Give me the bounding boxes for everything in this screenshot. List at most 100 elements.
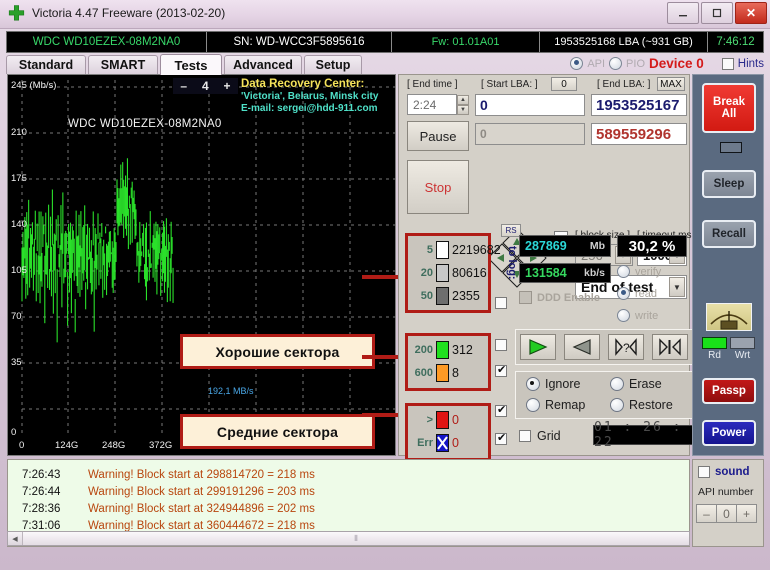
sound-toggle[interactable]: sound bbox=[698, 466, 750, 478]
end-time-spinner[interactable]: ▲ ▼ bbox=[457, 95, 469, 115]
power-button[interactable]: Power bbox=[702, 420, 756, 446]
speed-graph-canvas bbox=[8, 75, 395, 455]
to-log-checkbox-50[interactable] bbox=[495, 297, 507, 309]
api-number-stepper[interactable]: – 0 + bbox=[696, 504, 757, 523]
radio-ignore[interactable] bbox=[526, 377, 540, 391]
end-lba-input[interactable]: 1953525167 bbox=[591, 94, 687, 116]
window-title: Victoria 4.47 Freeware (2013-02-20) bbox=[32, 6, 226, 20]
graph-zoom-control[interactable]: – 4 + bbox=[173, 78, 238, 94]
stat-row-200ms: 200 312 bbox=[411, 341, 473, 359]
op-mode-write[interactable]: write bbox=[617, 309, 658, 322]
log-time: 7:31:06 bbox=[22, 519, 61, 532]
passport-button[interactable]: Passp bbox=[702, 378, 756, 404]
butterfly-read-button[interactable] bbox=[652, 334, 688, 360]
mode-erase[interactable]: Erase bbox=[610, 377, 662, 391]
mode-ignore[interactable]: Ignore bbox=[526, 377, 580, 391]
end-time-spinner-up[interactable]: ▲ bbox=[457, 95, 469, 105]
zoom-in-button[interactable]: + bbox=[220, 79, 235, 93]
mode-remap[interactable]: Remap bbox=[526, 398, 585, 412]
error-x-icon bbox=[437, 436, 448, 450]
stat-value-err: 0 bbox=[452, 436, 459, 450]
y-tick-245: 245 (Mb/s) bbox=[11, 80, 57, 91]
ddd-enable-toggle[interactable]: DDD Enable bbox=[519, 291, 600, 304]
elapsed-time-display: 01 : 26 : 22 bbox=[593, 420, 693, 450]
maximize-button[interactable] bbox=[701, 2, 733, 24]
start-lba-input[interactable]: 0 bbox=[475, 94, 585, 116]
start-lba-zero-button[interactable]: 0 bbox=[551, 77, 577, 91]
radio-read-label: read bbox=[635, 287, 658, 300]
radio-write[interactable] bbox=[617, 309, 630, 322]
tab-smart[interactable]: SMART bbox=[88, 55, 158, 74]
zoom-out-button[interactable]: – bbox=[176, 79, 191, 93]
api-number-label: API number bbox=[698, 486, 754, 498]
stat-swatch-over bbox=[436, 411, 449, 429]
mode-restore[interactable]: Restore bbox=[610, 398, 673, 412]
scrollbar-thumb[interactable]: ⦀ bbox=[23, 532, 689, 545]
sound-checkbox[interactable] bbox=[698, 466, 710, 478]
drc-location: 'Victoria', Belarus, Minsk city bbox=[241, 91, 379, 102]
sleep-button[interactable]: Sleep bbox=[702, 170, 756, 198]
hints-toggle[interactable]: Hints bbox=[721, 57, 764, 70]
write-activity-bar bbox=[730, 337, 755, 349]
to-log-checkbox-600[interactable] bbox=[495, 363, 507, 377]
radio-erase[interactable] bbox=[610, 377, 624, 391]
tab-setup[interactable]: Setup bbox=[304, 55, 362, 74]
radio-remap[interactable] bbox=[526, 398, 540, 412]
stat-threshold-50: 50 bbox=[420, 290, 433, 302]
api-number-decrement[interactable]: – bbox=[696, 504, 717, 523]
speed-graph[interactable]: 245 (Mb/s) 210 175 140 105 70 35 0 0 124… bbox=[7, 74, 396, 456]
end-time-spinner-down[interactable]: ▼ bbox=[457, 105, 469, 115]
tab-standard[interactable]: Standard bbox=[6, 55, 86, 74]
drive-firmware: Fw: 01.01A01 bbox=[392, 32, 540, 52]
pause-button[interactable]: Pause bbox=[407, 121, 469, 151]
api-number-increment[interactable]: + bbox=[736, 504, 757, 523]
op-mode-read[interactable]: read bbox=[617, 287, 657, 300]
random-read-button[interactable]: ? bbox=[608, 334, 644, 360]
radio-verify[interactable] bbox=[617, 265, 630, 278]
end-lba-max-button[interactable]: MAX bbox=[657, 77, 685, 91]
close-button[interactable]: ✕ bbox=[735, 2, 767, 24]
tab-tests[interactable]: Tests bbox=[160, 54, 222, 75]
scroll-left-arrow-icon[interactable]: ◀ bbox=[8, 532, 23, 545]
to-log-checkbox-err[interactable] bbox=[495, 431, 507, 445]
to-log-checkbox-over[interactable] bbox=[495, 403, 507, 417]
grid-toggle[interactable]: Grid bbox=[519, 429, 561, 443]
ddd-enable-checkbox[interactable] bbox=[519, 291, 532, 304]
stat-row-20ms: 20 80616 bbox=[411, 264, 487, 282]
log-horizontal-scrollbar[interactable]: ◀ ⦀ bbox=[7, 531, 690, 546]
end-action-chevron-down-icon[interactable]: ▼ bbox=[669, 277, 685, 297]
close-icon: ✕ bbox=[745, 6, 757, 20]
radio-restore[interactable] bbox=[610, 398, 624, 412]
radio-api[interactable] bbox=[570, 57, 584, 70]
radio-read[interactable] bbox=[617, 287, 630, 300]
op-mode-verify[interactable]: verify bbox=[617, 265, 661, 278]
recall-button[interactable]: Recall bbox=[702, 220, 756, 248]
to-log-checkbox-200[interactable] bbox=[495, 339, 507, 351]
speed-kb-value: 131584 bbox=[525, 266, 567, 280]
stat-threshold-5: 5 bbox=[426, 244, 433, 256]
drive-serial: SN: WD-WCC3F5895616 bbox=[207, 32, 392, 52]
read-activity-bar bbox=[702, 337, 727, 349]
stat-value-200: 312 bbox=[452, 343, 473, 357]
end-time-field[interactable]: 2:24 bbox=[407, 94, 457, 115]
log-entry: 7:26:43 Warning! Block start at 29881472… bbox=[8, 466, 689, 483]
start-forward-button[interactable] bbox=[520, 334, 556, 360]
minimize-button[interactable] bbox=[667, 2, 699, 24]
grid-checkbox[interactable] bbox=[519, 430, 531, 442]
tab-advanced[interactable]: Advanced bbox=[224, 55, 302, 74]
processed-mb-value: 287869 bbox=[525, 239, 567, 253]
stat-row-5ms: 5 2219682 bbox=[411, 241, 501, 259]
radio-pio[interactable] bbox=[609, 57, 623, 70]
window-controls: ✕ bbox=[667, 2, 767, 24]
stop-button[interactable]: Stop bbox=[407, 160, 469, 214]
hints-checkbox[interactable] bbox=[721, 57, 734, 70]
sound-api-box: sound API number – 0 + bbox=[692, 459, 764, 547]
radio-verify-label: verify bbox=[635, 265, 662, 278]
to-log-label: to log: bbox=[506, 246, 518, 280]
start-reverse-button[interactable] bbox=[564, 334, 600, 360]
y-tick-105: 105 bbox=[11, 265, 27, 276]
break-all-button[interactable]: Break All bbox=[702, 83, 756, 133]
title-bar: Victoria 4.47 Freeware (2013-02-20) ✕ bbox=[0, 0, 770, 29]
rs-button[interactable]: RS bbox=[501, 224, 521, 237]
data-recovery-banner: Data Recovery Center: 'Victoria', Belaru… bbox=[241, 78, 391, 114]
